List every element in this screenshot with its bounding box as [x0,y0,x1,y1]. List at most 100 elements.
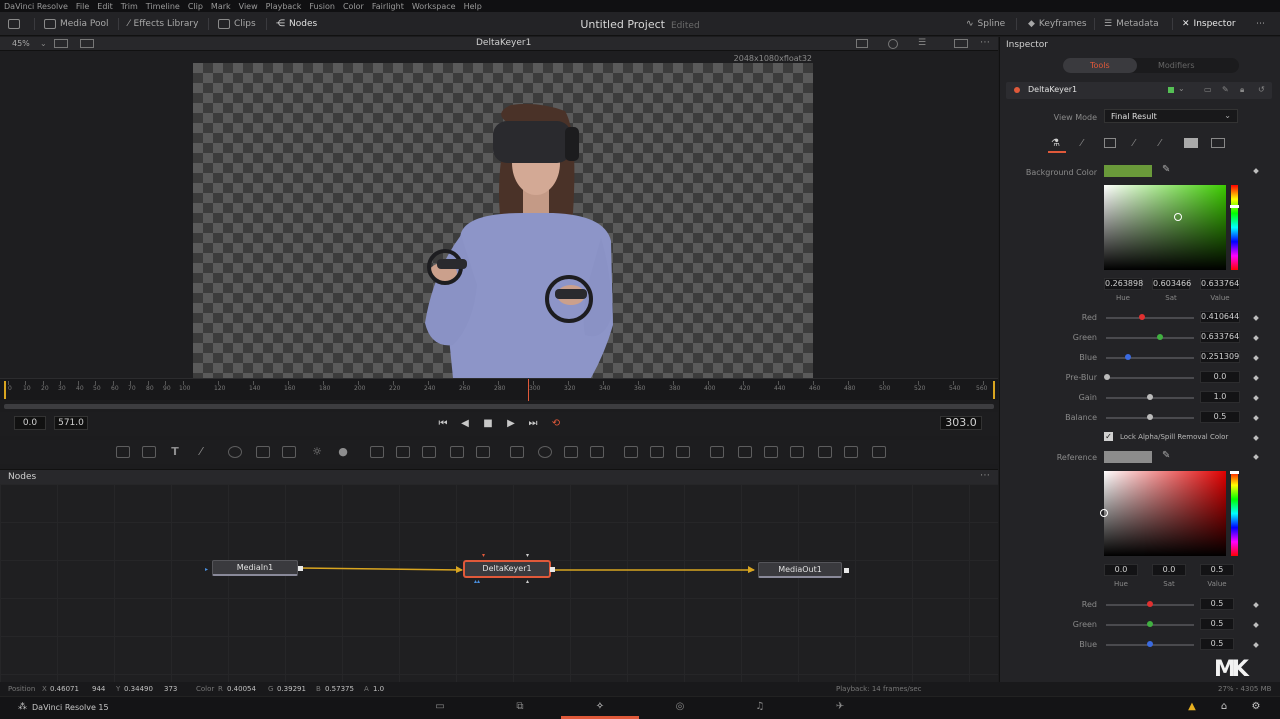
media-pool-button[interactable]: Media Pool [44,16,109,32]
keyframes-button[interactable]: ◆ Keyframes [1028,16,1087,32]
eyedropper-icon[interactable]: ✎ [1162,164,1170,175]
3d-shape-icon[interactable] [624,446,638,458]
hue-field[interactable]: 0.263898 [1104,278,1143,290]
fringe-tab-icon[interactable]: ⁄ [1133,138,1135,149]
node-mediain[interactable]: MediaIn1 [212,560,298,576]
picker-handle[interactable] [1174,213,1182,221]
chevron-down-icon[interactable]: ⌄ [1178,84,1185,93]
eyedropper-icon[interactable]: ✎ [1162,450,1170,461]
home-icon[interactable]: ⌂ [1215,701,1233,715]
pin-icon[interactable]: ✎ [1222,85,1229,94]
roi-icon[interactable] [856,39,868,48]
menu-color[interactable]: Color [343,2,364,11]
color-picker-square[interactable] [1104,185,1226,270]
menu-file[interactable]: File [76,2,89,11]
rectangle-mask-icon[interactable] [510,446,524,458]
view-mode-select[interactable]: Final Result ⌄ [1104,109,1238,123]
list-icon[interactable]: ☰ [918,38,926,48]
mask-tab-icon[interactable] [1184,138,1198,148]
node-deltakeyer[interactable]: DeltaKeyer1 [464,561,550,577]
node-input-port[interactable]: ▾ [482,552,485,559]
lock-icon[interactable]: 🔒︎ [1240,85,1244,95]
spline-button[interactable]: ∿ Spline [966,16,1005,32]
ref-blue-field[interactable]: 0.5 [1200,638,1234,650]
effects-library-button[interactable]: ⁄ Effects Library [128,16,198,32]
version-icon[interactable]: ▭ [1204,85,1212,94]
node-output-port[interactable] [844,568,849,573]
clips-button[interactable]: Clips [218,16,256,32]
balance-field[interactable]: 0.5 [1200,411,1240,423]
fusion-page-icon[interactable]: ✧ [591,701,609,715]
green-slider[interactable] [1106,337,1194,339]
menu-fusion[interactable]: Fusion [309,2,335,11]
matte-tab-icon[interactable] [1104,138,1116,148]
play-reverse-icon[interactable]: ◀ [458,417,472,431]
dual-viewer-icon[interactable] [954,39,968,48]
3d-fog-icon[interactable] [844,446,858,458]
reset-icon[interactable]: ↺ [1258,85,1265,94]
stop-icon[interactable]: ■ [481,417,495,431]
go-to-start-icon[interactable]: ⏮ [436,417,450,431]
node-mask-port[interactable]: ▴▴ [474,578,480,585]
ellipsis-icon[interactable]: ⋯ [980,470,990,481]
render-range-end[interactable] [993,381,995,399]
menu-workspace[interactable]: Workspace [412,2,456,11]
menu-edit[interactable]: Edit [97,2,113,11]
warning-icon[interactable]: ▲ [1183,701,1201,715]
render-range-start[interactable] [4,381,6,399]
gain-field[interactable]: 1.0 [1200,391,1240,403]
particles-tool-icon[interactable] [228,446,242,458]
keyer-tab-icon[interactable]: ⚗ [1051,138,1060,149]
prematte-tab-icon[interactable]: ⁄ [1081,138,1083,149]
node-input-port[interactable]: ▾ [526,552,529,559]
zoom-select[interactable]: 45% [12,39,30,48]
ref-green-field[interactable]: 0.5 [1200,618,1234,630]
value-field[interactable]: 0.633764 [1200,278,1240,290]
tab-tools[interactable]: Tools [1090,61,1110,70]
tuning-tab-icon[interactable]: ⁄ [1159,138,1161,149]
blue-slider-handle[interactable] [1125,354,1131,360]
blue-slider[interactable] [1106,357,1194,359]
scrub-bar[interactable] [4,404,994,409]
ellipse-mask-icon[interactable] [538,446,552,458]
node-output-port[interactable] [298,566,303,571]
node-mediaout[interactable]: MediaOut1 [758,562,842,578]
text-tool-icon[interactable]: T [168,446,182,458]
deliver-page-icon[interactable]: ✈ [831,701,849,715]
media-page-icon[interactable]: ▭ [431,701,449,715]
picker-handle[interactable] [1100,509,1108,517]
paint-tool-icon[interactable]: ⁄ [194,446,208,458]
green-slider-handle[interactable] [1157,334,1163,340]
3d-light-icon[interactable] [790,446,804,458]
settings-icon[interactable]: ⚙ [1247,701,1265,715]
menu-playback[interactable]: Playback [266,2,302,11]
metadata-button[interactable]: ☰ Metadata [1104,16,1159,32]
lut-icon[interactable] [80,39,94,48]
brightness-tool-icon[interactable]: ☼ [310,446,324,458]
workspace-toggle-button[interactable] [8,16,20,32]
green-field[interactable]: 0.633764 [1200,331,1240,343]
background-color-swatch[interactable] [1104,165,1152,177]
menu-app[interactable]: DaVinci Resolve [4,2,68,11]
node-effect-port[interactable]: ▴ [526,578,529,585]
3d-material-icon[interactable] [818,446,832,458]
matte-control-icon[interactable] [422,446,436,458]
hue-handle[interactable] [1230,205,1239,208]
nodes-button[interactable]: ⋲ Nodes [276,16,317,32]
blue-field[interactable]: 0.251309 [1200,351,1240,363]
channel-booleans-icon[interactable] [450,446,464,458]
ref-value-field[interactable]: 0.5 [1200,564,1234,576]
balance-slider-handle[interactable] [1147,414,1153,420]
image-tool-icon[interactable] [142,446,156,458]
toolbar-menu-button[interactable]: ⋯ [1256,16,1265,32]
3d-image-plane-icon[interactable] [738,446,752,458]
ref-hue-field[interactable]: 0.0 [1104,564,1138,576]
sat-field[interactable]: 0.603466 [1152,278,1191,290]
tab-modifiers[interactable]: Modifiers [1158,61,1195,70]
menu-view[interactable]: View [239,2,258,11]
merge-tool-icon[interactable] [256,446,270,458]
gain-slider-handle[interactable] [1147,394,1153,400]
transform-tool-icon[interactable] [370,446,384,458]
menu-help[interactable]: Help [464,2,482,11]
red-field[interactable]: 0.410644 [1200,311,1240,323]
